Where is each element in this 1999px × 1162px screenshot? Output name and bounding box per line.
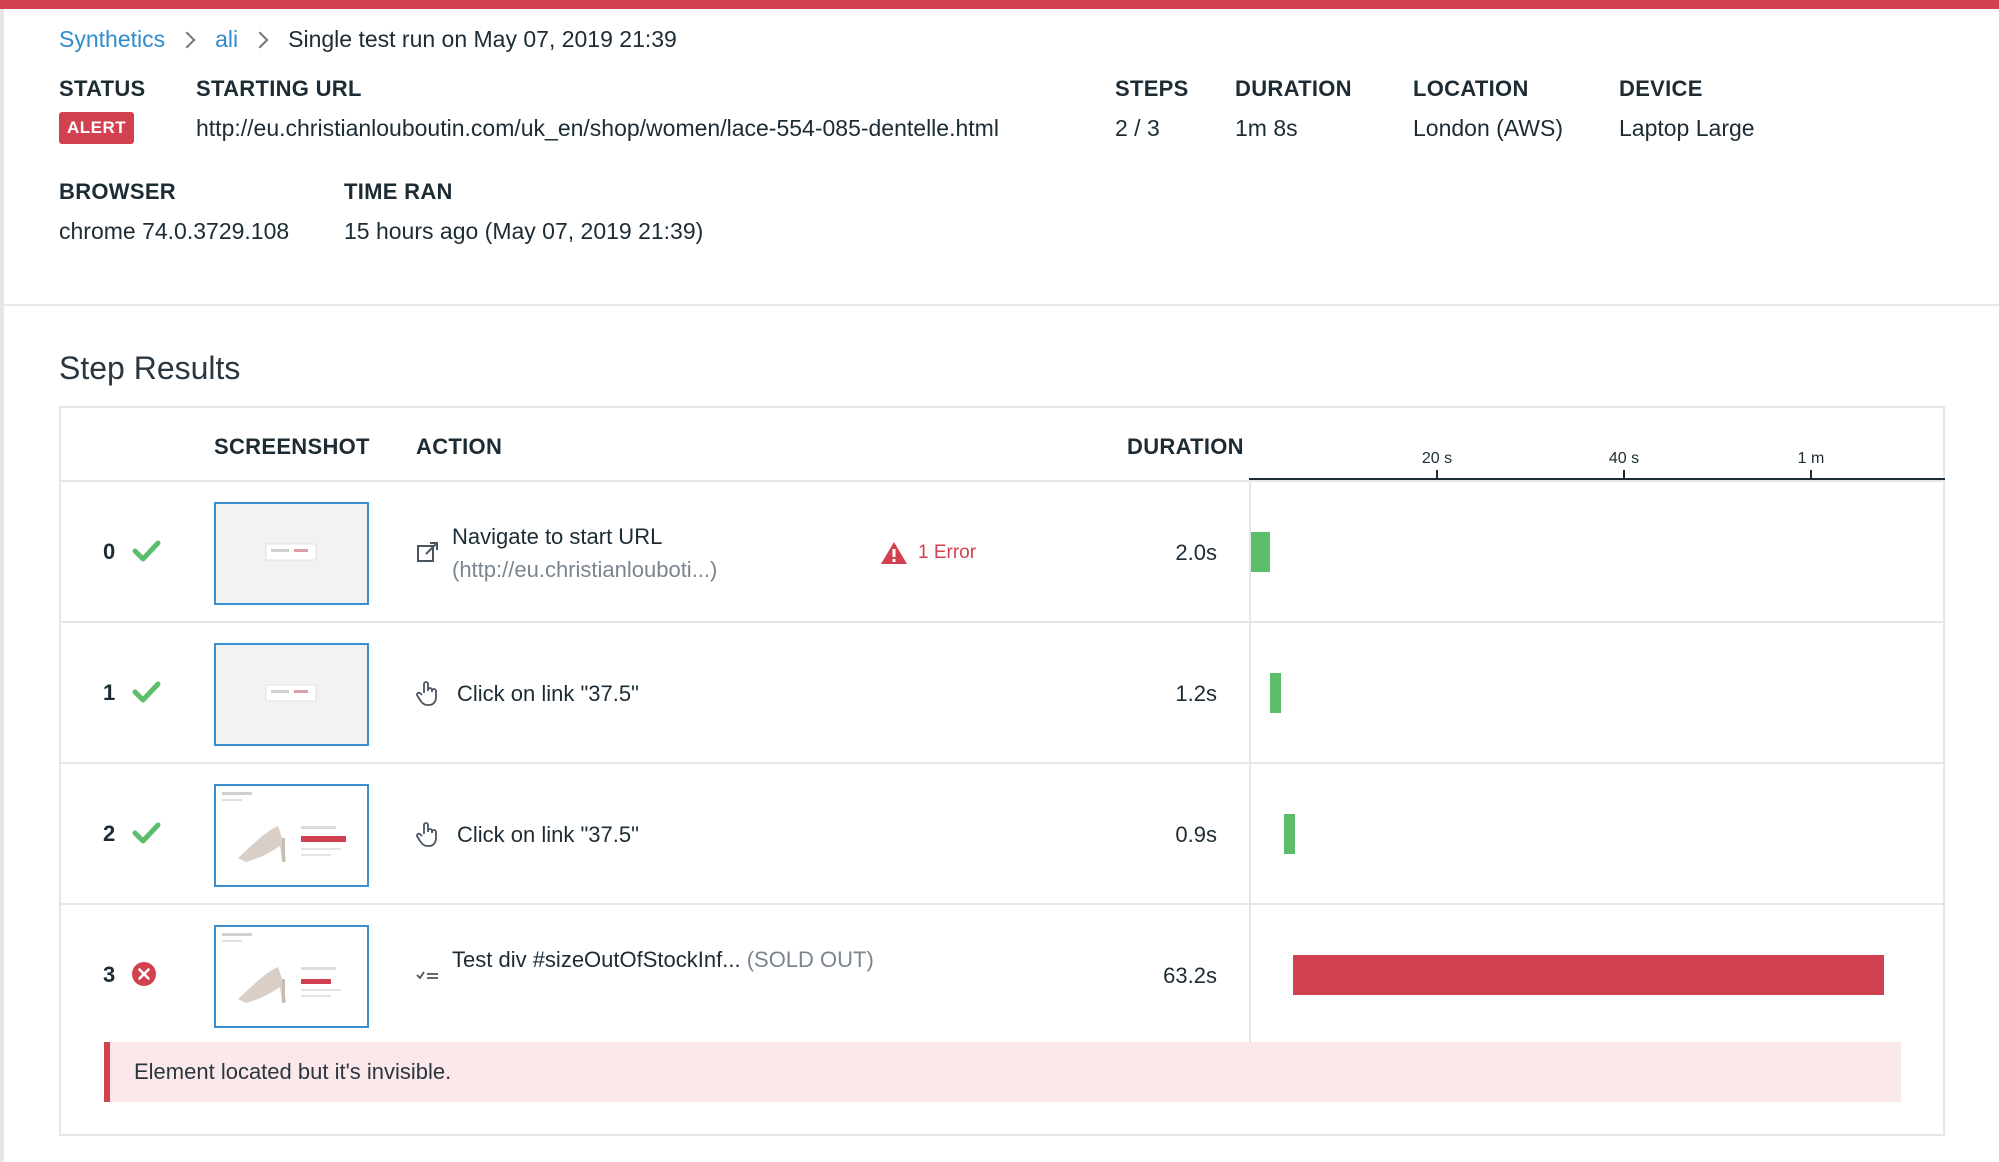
chevron-right-icon [251,31,269,48]
step-results-table: SCREENSHOT ACTION DURATION 20 s 40 s 1 m… [59,406,1945,1136]
duration-label: DURATION [1235,76,1352,101]
axis-tick [1623,470,1625,479]
step-row-1[interactable]: 1 Click on link "37.5" 1.2s [61,623,1943,764]
step-row-0[interactable]: 0 Navigate to start URL (http://eu.chris… [61,482,1943,623]
axis-tick [1810,470,1812,479]
column-action: ACTION [416,434,503,459]
step-screenshot-thumbnail[interactable] [214,643,369,746]
external-link-icon [417,542,438,562]
step-action-detail: (SOLD OUT) [746,947,874,972]
step-action: Click on link "37.5" [457,802,887,851]
step-action-title: Test div #sizeOutOfStockInf... [452,947,741,972]
page-preview-image [216,504,367,603]
column-duration: DURATION [1127,434,1244,459]
step-duration-bar [1293,955,1884,995]
timeline-separator [1249,905,1251,1046]
error-circle-icon [132,962,156,986]
step-duration: 63.2s [1163,963,1217,988]
step-action-title: Click on link "37.5" [457,681,639,706]
step-error-banner: Element located but it's invisible. [104,1042,1901,1102]
step-warning[interactable]: 1 Error [880,540,976,566]
check-icon [132,681,161,703]
breadcrumb: Synthetics ali Single test run on May 07… [59,26,677,53]
steps-label: STEPS [1115,76,1189,101]
step-action-title: Navigate to start URL [452,524,663,549]
check-icon [132,822,161,844]
axis-tick [1436,470,1438,479]
step-row-2[interactable]: 2 Click on link "37.5" 0.9s [61,764,1943,905]
browser-value: chrome 74.0.3729.108 [59,218,290,244]
warning-icon [881,542,907,564]
step-duration-bar [1283,814,1295,854]
step-error-message: Element located but it's invisible. [134,1059,452,1084]
pointer-hand-icon [416,681,437,706]
breadcrumb-synthetics[interactable]: Synthetics [59,26,165,53]
shoe-page-preview-image [216,786,367,885]
step-duration: 1.2s [1175,681,1217,706]
device-label: DEVICE [1619,76,1703,101]
assertion-icon [416,971,438,980]
device-value: Laptop Large [1619,115,1755,141]
step-index: 2 [103,821,116,846]
axis-tick-label: 1 m [1797,450,1825,467]
browser-label: BROWSER [59,179,176,204]
step-screenshot-thumbnail[interactable] [214,784,369,887]
location-value: London (AWS) [1413,115,1563,141]
step-row-3[interactable]: 3 Test div #sizeOutOfStockInf... (SOLD O… [61,905,1943,1104]
status-label: STATUS [59,76,146,101]
step-index: 0 [103,539,116,564]
top-alert-bar [0,0,1999,9]
page-preview-image [216,645,367,744]
step-results-title: Step Results [59,350,241,386]
timeline-axis: 20 s 40 s 1 m [1249,408,1945,482]
step-duration-bar [1251,532,1270,572]
status-badge: ALERT [59,112,135,144]
step-index: 3 [103,962,116,987]
chevron-right-icon [178,31,196,48]
step-index: 1 [103,680,116,705]
step-duration-bar [1269,673,1281,713]
axis-line [1249,478,1945,480]
step-action: Navigate to start URL (http://eu.christi… [452,520,882,586]
timeline-separator [1249,623,1251,764]
check-icon [132,540,161,562]
table-header: SCREENSHOT ACTION DURATION 20 s 40 s 1 m [61,408,1945,482]
step-action: Click on link "37.5" [457,661,887,710]
location-label: LOCATION [1413,76,1529,101]
duration-value: 1m 8s [1235,115,1298,141]
time-ran-value: 15 hours ago (May 07, 2019 21:39) [344,218,704,244]
time-ran-label: TIME RAN [344,179,453,204]
step-screenshot-thumbnail[interactable] [214,502,369,605]
section-divider [4,304,1999,306]
step-action-title: Click on link "37.5" [457,822,639,847]
starting-url-value: http://eu.christianlouboutin.com/uk_en/s… [196,115,999,141]
pointer-hand-icon [416,822,437,847]
step-warning-text: 1 Error [918,542,977,563]
left-edge [0,9,4,1162]
axis-tick-label: 40 s [1608,450,1640,467]
column-screenshot: SCREENSHOT [214,434,370,459]
axis-tick-label: 20 s [1421,450,1453,467]
breadcrumb-test[interactable]: ali [215,26,238,53]
step-action-detail: (http://eu.christianlouboti...) [452,557,718,582]
starting-url-label: STARTING URL [196,76,362,101]
steps-value: 2 / 3 [1115,115,1160,141]
step-screenshot-thumbnail[interactable] [214,925,369,1028]
step-duration: 2.0s [1175,540,1217,565]
breadcrumb-current: Single test run on May 07, 2019 21:39 [288,26,677,52]
step-duration: 0.9s [1175,822,1217,847]
shoe-page-preview-image [216,927,367,1026]
timeline-separator [1249,764,1251,905]
step-action: Test div #sizeOutOfStockInf... (SOLD OUT… [452,943,882,976]
